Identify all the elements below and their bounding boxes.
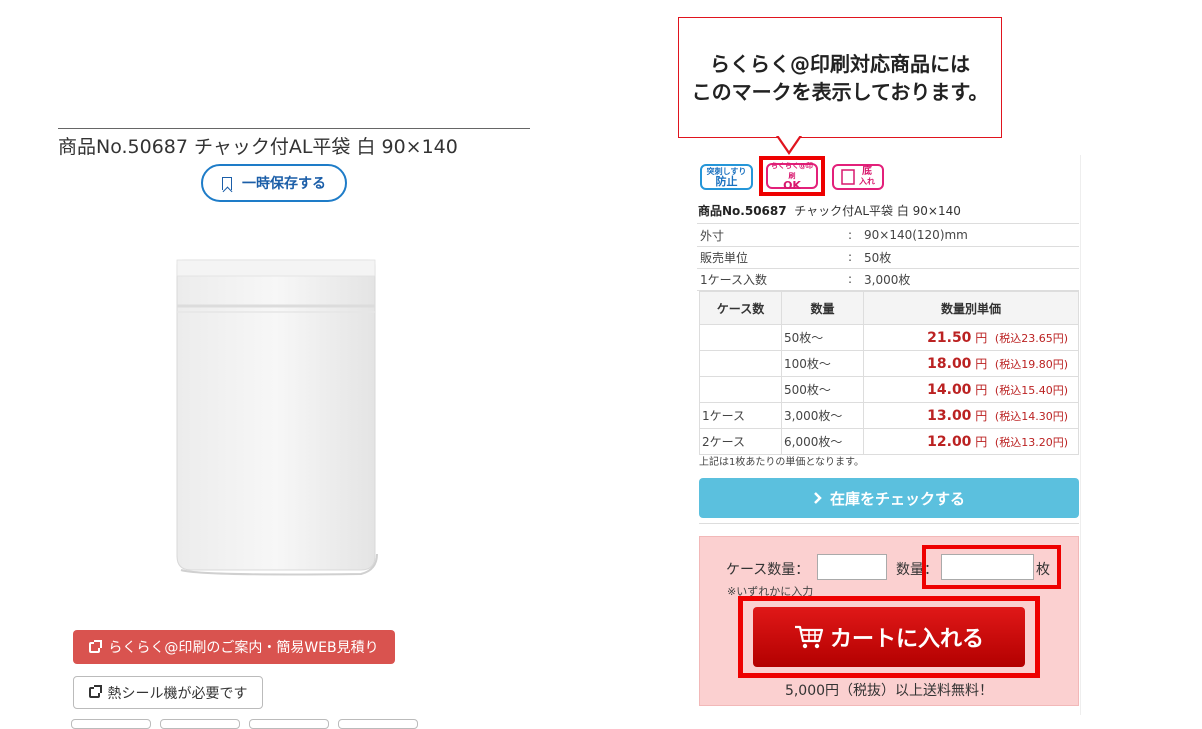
spec-label: 1ケース入数 (700, 272, 768, 287)
external-link-icon (89, 639, 103, 653)
case-quantity-label: ケース数量： (726, 562, 810, 578)
price-cell: 14.00 円 (税込15.40円) (863, 376, 1079, 403)
tamper-proof-badge: 突刺しすり 防止 (700, 164, 753, 190)
case-cell: 2ケース (699, 428, 782, 455)
price-tax: (税込14.30円) (994, 410, 1068, 423)
qty-cell: 500枚～ (781, 376, 864, 403)
table-row: 500枚～ 14.00 円 (税込15.40円) (699, 376, 1079, 403)
qty-cell: 3,000枚～ (781, 402, 864, 429)
spec-label: 販売単位 (700, 250, 749, 265)
price-value: 14.00 (927, 382, 972, 398)
price-value: 21.50 (927, 330, 972, 346)
tag-button[interactable] (71, 719, 151, 729)
price-note: 上記は1枚あたりの単価となります。 (699, 457, 865, 468)
tag-button[interactable] (249, 719, 329, 729)
price-unit: 円 (975, 435, 988, 449)
tag-button[interactable] (160, 719, 240, 729)
case-cell (699, 324, 782, 351)
spec-row: 外寸 : 90×140(120)mm (697, 224, 1079, 247)
qty-cell: 6,000枚～ (781, 428, 864, 455)
case-cell (699, 350, 782, 377)
check-stock-button[interactable]: 在庫をチェックする (699, 478, 1079, 518)
add-to-cart-label: カートに入れる (829, 627, 984, 652)
spec-row: 販売単位 : 50枚 (697, 246, 1079, 269)
price-tax: (税込19.80円) (994, 358, 1068, 371)
badge-text: 防止 (715, 175, 738, 188)
table-row: 100枚～ 18.00 円 (税込19.80円) (699, 350, 1079, 377)
external-link-icon (88, 685, 102, 698)
callout-line-2: このマークを表示しております。 (691, 79, 989, 104)
cart-icon (794, 625, 824, 649)
price-unit: 円 (975, 383, 988, 397)
spec-value: 3,000枚 (864, 272, 911, 287)
spec-value: 90×140(120)mm (864, 228, 968, 242)
badge-text: 底 (862, 166, 872, 177)
price-value: 18.00 (927, 356, 972, 372)
price-tax: (税込23.65円) (994, 332, 1068, 345)
column-header: 数量別単価 (863, 291, 1079, 325)
callout-pointer-inner (778, 135, 800, 151)
tag-button[interactable] (338, 719, 418, 729)
price-value: 12.00 (927, 434, 972, 450)
price-unit: 円 (975, 357, 988, 371)
badge-text: 入れ (859, 177, 875, 186)
price-cell: 21.50 円 (税込23.65円) (863, 324, 1079, 351)
check-stock-label: 在庫をチェックする (829, 489, 965, 508)
qty-cell: 100枚～ (781, 350, 864, 377)
qty-cell: 50枚～ (781, 324, 864, 351)
product-name: チャック付AL平袋 白 90×140 (794, 204, 961, 218)
gusset-badge: 底 入れ (832, 164, 884, 190)
title-rule (58, 128, 530, 129)
product-image (176, 259, 378, 576)
price-cell: 13.00 円 (税込14.30円) (863, 402, 1079, 429)
table-header-row: ケース数 数量 数量別単価 (699, 291, 1079, 325)
add-to-cart-button[interactable]: カートに入れる (753, 607, 1025, 667)
spec-separator: : (848, 250, 853, 264)
spec-separator: : (848, 272, 853, 286)
chevron-right-icon (814, 492, 822, 504)
save-for-later-button[interactable]: 一時保存する (201, 164, 347, 202)
raku-print-ok-badge: らくらく@印刷 OK (766, 162, 818, 192)
product-number: 商品No.50687 (698, 204, 787, 218)
case-cell (699, 376, 782, 403)
case-cell: 1ケース (699, 402, 782, 429)
product-title: 商品No.50687 チャック付AL平袋 白 90×140 (58, 136, 458, 158)
quantity-unit: 枚 (1036, 562, 1050, 578)
divider (699, 523, 1079, 524)
product-subtitle: 商品No.50687 チャック付AL平袋 白 90×140 (698, 202, 961, 219)
column-header: 数量 (781, 291, 864, 325)
column-header: ケース数 (699, 291, 782, 325)
spec-value: 50枚 (864, 250, 892, 265)
raku-print-guide-button[interactable]: らくらく@印刷のご案内・簡易WEB見積り (73, 630, 395, 664)
bag-icon (841, 169, 855, 185)
callout-line-1: らくらく@印刷対応商品には (710, 51, 970, 76)
price-table: ケース数 数量 数量別単価 50枚～ 21.50 円 (税込23.65円) 10… (699, 291, 1079, 455)
quantity-input[interactable] (941, 554, 1034, 580)
case-quantity-input[interactable] (817, 554, 887, 580)
badge-text: OK (783, 179, 801, 192)
callout-box: らくらく@印刷対応商品には このマークを表示しております。 (678, 17, 1002, 138)
price-value: 13.00 (927, 408, 972, 424)
price-tax: (税込15.40円) (994, 384, 1068, 397)
table-row: 1ケース 3,000枚～ 13.00 円 (税込14.30円) (699, 402, 1079, 429)
heat-sealer-label: 熱シール機が必要です (107, 685, 248, 702)
free-shipping-note: 5,000円（税抜）以上送料無料！ (784, 683, 994, 699)
spec-separator: : (848, 228, 853, 242)
spec-label: 外寸 (700, 228, 725, 243)
bookmark-icon (222, 176, 232, 190)
price-cell: 12.00 円 (税込13.20円) (863, 428, 1079, 455)
raku-print-guide-label: らくらく@印刷のご案内・簡易WEB見積り (108, 640, 379, 656)
spec-row: 1ケース入数 : 3,000枚 (697, 268, 1079, 291)
save-for-later-label: 一時保存する (242, 176, 326, 192)
price-unit: 円 (975, 409, 988, 423)
price-unit: 円 (975, 331, 988, 345)
badge-text: らくらく@印刷 (771, 162, 813, 180)
table-row: 2ケース 6,000枚～ 12.00 円 (税込13.20円) (699, 428, 1079, 455)
table-row: 50枚～ 21.50 円 (税込23.65円) (699, 324, 1079, 351)
price-tax: (税込13.20円) (994, 436, 1068, 449)
heat-sealer-button[interactable]: 熱シール機が必要です (73, 676, 263, 709)
price-cell: 18.00 円 (税込19.80円) (863, 350, 1079, 377)
